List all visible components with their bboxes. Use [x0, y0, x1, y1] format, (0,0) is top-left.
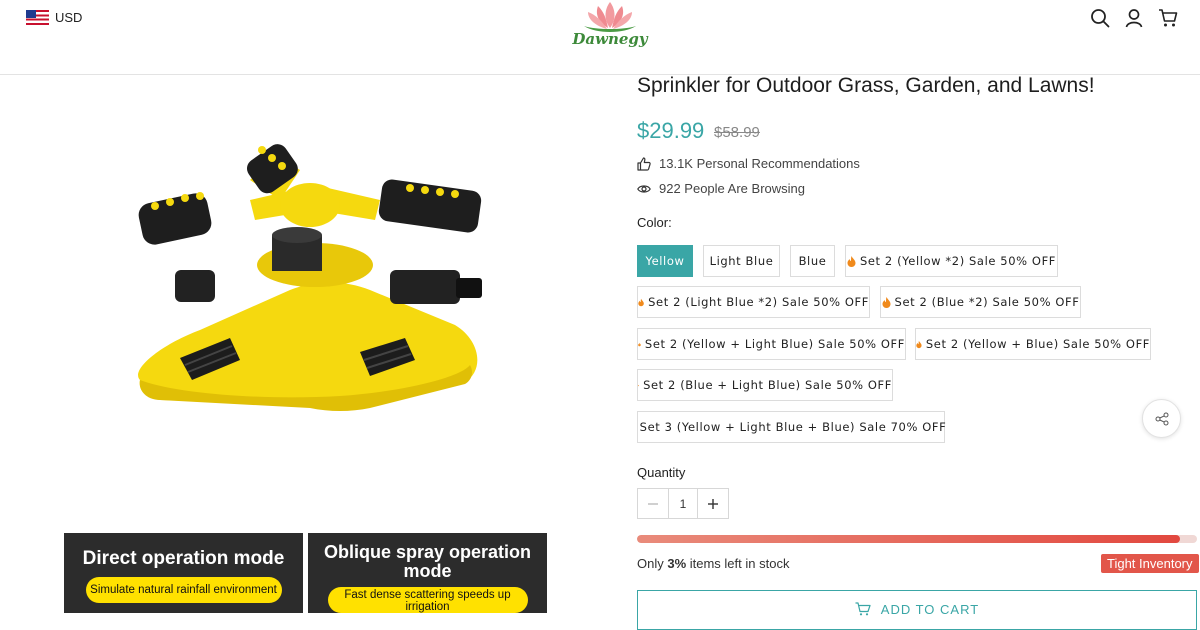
stock-percent: 3% — [667, 556, 687, 571]
site-logo[interactable]: Dawnegy — [570, 0, 650, 50]
product-main-image[interactable] — [100, 110, 560, 510]
variant-light-blue[interactable]: Light Blue — [703, 245, 780, 277]
logo-text: Dawnegy — [572, 30, 648, 48]
recommendations-text: 13.1K Personal Recommendations — [659, 156, 860, 171]
feature-banner-direct[interactable]: Direct operation mode Simulate natural r… — [64, 533, 303, 613]
cart-icon[interactable] — [1158, 8, 1178, 28]
thumbs-up-icon — [637, 156, 651, 171]
variant-label: Set 2 (Yellow + Blue) Sale 50% OFF — [925, 337, 1150, 351]
recommendations-stat: 13.1K Personal Recommendations — [637, 156, 860, 171]
stock-status: Only 3% items left in stock — [637, 556, 789, 571]
add-to-cart-label: ADD TO CART — [880, 602, 980, 617]
share-button[interactable] — [1142, 399, 1181, 438]
stock-suffix: items left in stock — [686, 556, 790, 571]
variant-set2-yellow-light-blue[interactable]: Set 2 (Yellow + Light Blue) Sale 50% OFF — [637, 328, 906, 360]
color-label: Color: — [637, 215, 672, 230]
banner-title: Direct operation mode — [82, 548, 285, 569]
variant-label: Set 2 (Yellow *2) Sale 50% OFF — [859, 254, 1057, 268]
stock-prefix: Only — [637, 556, 668, 571]
variant-label: Blue — [798, 254, 827, 268]
browsing-stat: 922 People Are Browsing — [637, 181, 805, 196]
quantity-increase-button[interactable] — [698, 489, 728, 518]
minus-icon — [648, 502, 658, 505]
sale-price: $29.99 — [637, 118, 705, 143]
flame-icon — [882, 296, 891, 308]
header-actions — [1090, 8, 1178, 28]
flame-icon — [916, 340, 922, 348]
browsing-text: 922 People Are Browsing — [659, 181, 805, 196]
tight-inventory-badge: Tight Inventory — [1101, 554, 1199, 573]
variant-label: Set 3 (Yellow + Light Blue + Blue) Sale … — [639, 420, 947, 434]
plus-icon — [708, 498, 718, 509]
user-icon[interactable] — [1124, 8, 1144, 28]
currency-label: USD — [55, 10, 83, 25]
banner-caption: Simulate natural rainfall environment — [85, 577, 282, 603]
us-flag-icon — [26, 10, 49, 25]
variant-set3-all[interactable]: Set 3 (Yellow + Light Blue + Blue) Sale … — [637, 411, 947, 443]
flame-icon — [638, 384, 640, 386]
variant-label: Set 2 (Yellow + Light Blue) Sale 50% OFF — [644, 337, 905, 351]
search-icon[interactable] — [1090, 8, 1110, 28]
variant-label: Set 2 (Light Blue *2) Sale 50% OFF — [648, 295, 869, 309]
quantity-decrease-button[interactable] — [638, 489, 668, 518]
compare-price: $58.99 — [714, 124, 760, 141]
variant-label: Set 2 (Blue *2) Sale 50% OFF — [894, 295, 1080, 309]
lotus-logo-icon — [584, 2, 636, 32]
site-header: USD Dawnegy — [0, 0, 1200, 75]
quantity-stepper — [637, 488, 729, 519]
banner-title: Oblique spray operation mode — [323, 542, 532, 581]
currency-selector[interactable]: USD — [26, 10, 82, 25]
variant-label: Yellow — [645, 254, 685, 268]
add-to-cart-button[interactable]: ADD TO CART — [637, 590, 1197, 630]
variant-set2-yellow[interactable]: Set 2 (Yellow *2) Sale 50% OFF — [845, 245, 1058, 277]
variant-set2-yellow-blue[interactable]: Set 2 (Yellow + Blue) Sale 50% OFF — [915, 328, 1151, 360]
flame-icon — [847, 255, 856, 267]
product-title: Sprinkler for Outdoor Grass, Garden, and… — [637, 74, 1095, 97]
eye-icon — [637, 182, 651, 196]
variant-set2-blue-light-blue[interactable]: Set 2 (Blue + Light Blue) Sale 50% OFF — [637, 369, 893, 401]
banner-caption: Fast dense scattering speeds up irrigati… — [327, 587, 528, 613]
share-icon — [1155, 412, 1168, 425]
stock-progress-bar — [637, 535, 1197, 543]
variant-yellow[interactable]: Yellow — [637, 245, 693, 277]
flame-icon — [638, 342, 641, 346]
cart-icon — [855, 602, 871, 616]
sprinkler-image — [138, 144, 482, 411]
quantity-label: Quantity — [637, 465, 686, 480]
variant-blue[interactable]: Blue — [790, 245, 835, 277]
variant-set2-blue[interactable]: Set 2 (Blue *2) Sale 50% OFF — [880, 286, 1081, 318]
flame-icon — [638, 298, 644, 306]
feature-banner-oblique[interactable]: Oblique spray operation mode Fast dense … — [308, 533, 547, 613]
variant-label: Set 2 (Blue + Light Blue) Sale 50% OFF — [643, 378, 892, 392]
variant-set2-light-blue[interactable]: Set 2 (Light Blue *2) Sale 50% OFF — [637, 286, 870, 318]
stock-progress-fill — [637, 535, 1181, 543]
quantity-input[interactable] — [668, 489, 698, 518]
variant-label: Light Blue — [709, 254, 774, 268]
